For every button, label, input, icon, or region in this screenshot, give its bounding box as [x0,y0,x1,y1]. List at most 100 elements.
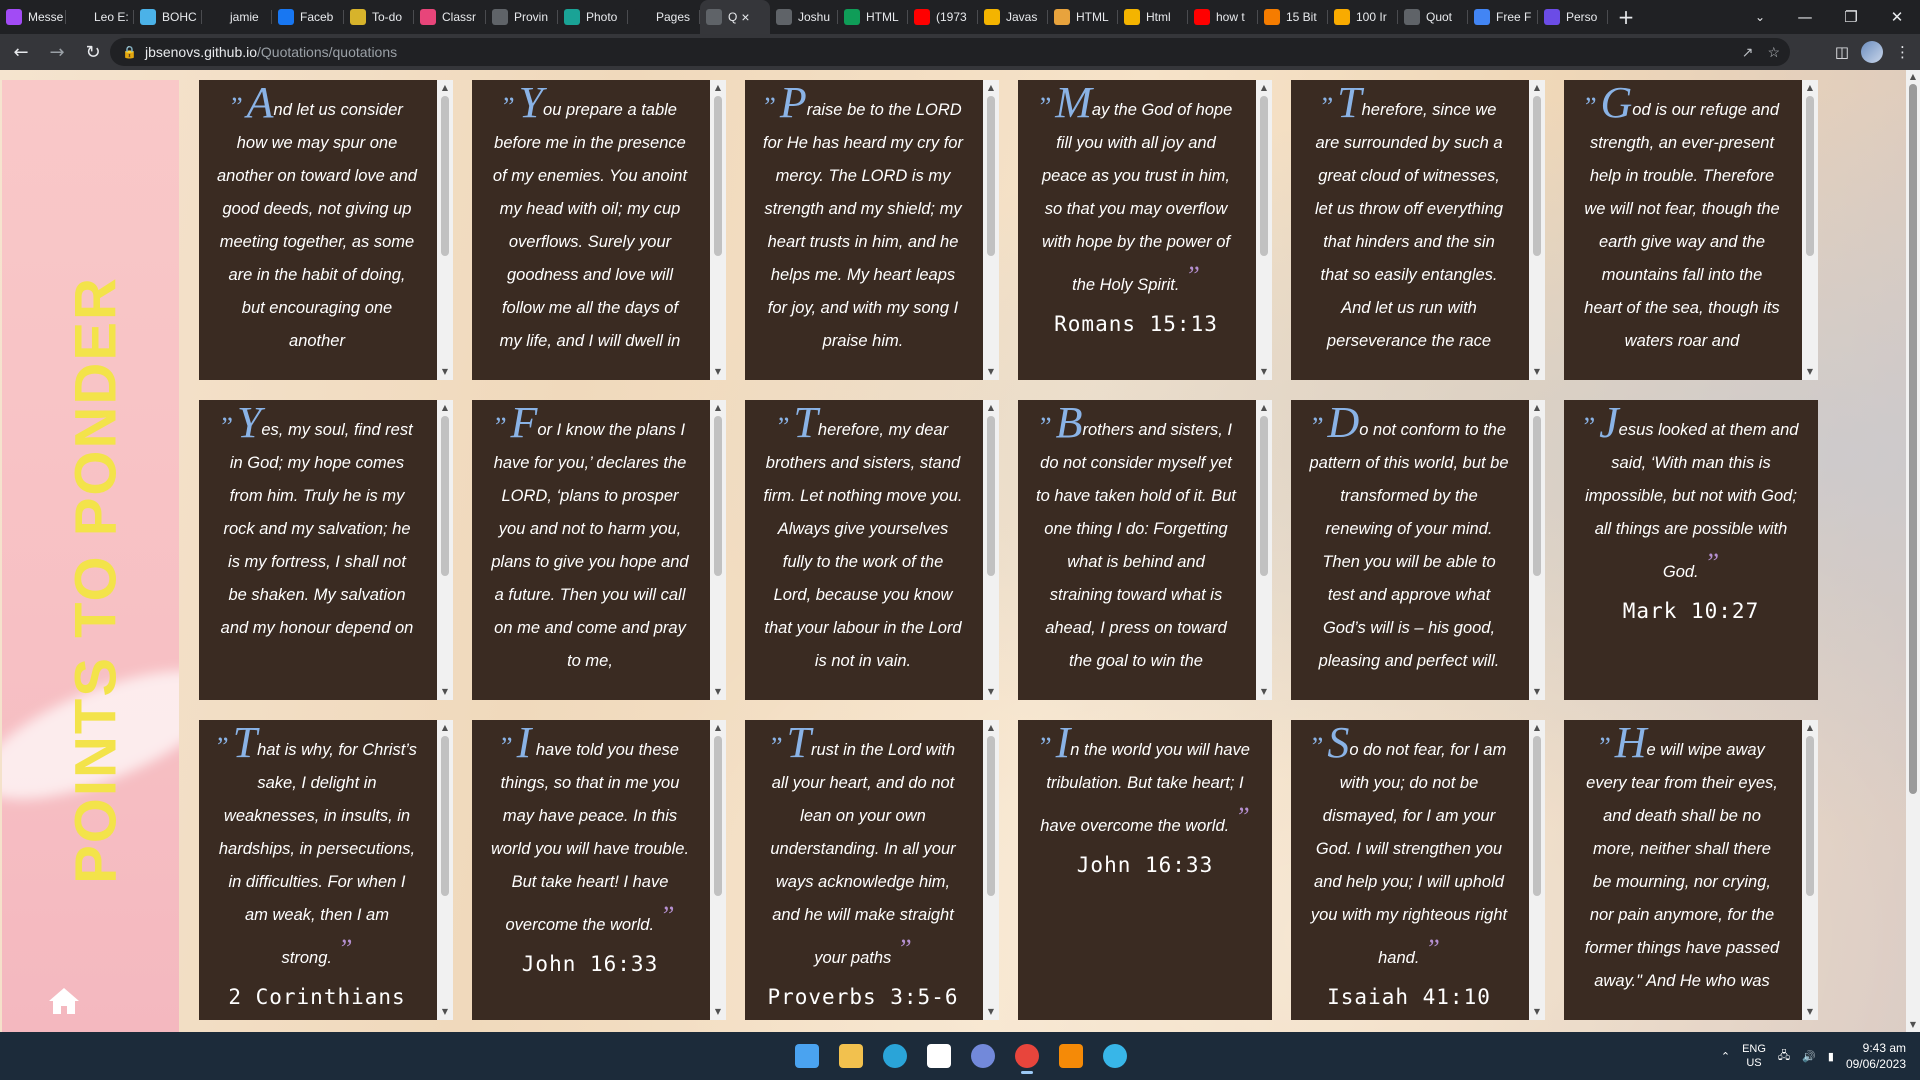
card-scroll-thumb[interactable] [1260,96,1268,256]
tab-16[interactable]: Html [1118,0,1188,34]
lock-icon[interactable]: 🔒 [122,45,137,59]
chevron-up-icon[interactable]: ⌃ [1721,1050,1730,1063]
scroll-down-arrow-icon[interactable]: ▼ [1256,364,1272,380]
card-scrollbar[interactable]: ▲ ▼ [1529,720,1545,1020]
card-scrollbar[interactable]: ▲ ▼ [437,80,453,380]
tab-21[interactable]: Free F [1468,0,1538,34]
discord-icon[interactable] [965,1038,1001,1074]
tab-1[interactable]: Leo E: [66,0,134,34]
app-globe-icon[interactable] [1097,1038,1133,1074]
tab-4[interactable]: Faceb [272,0,344,34]
card-scrollbar[interactable]: ▲ ▼ [710,720,726,1020]
tab-13[interactable]: (1973 [908,0,978,34]
scroll-up-arrow-icon[interactable]: ▲ [1802,80,1818,96]
card-scrollbar[interactable]: ▲ ▼ [710,80,726,380]
card-scroll-thumb[interactable] [441,416,449,576]
card-scroll-thumb[interactable] [1533,736,1541,896]
tab-14[interactable]: Javas [978,0,1048,34]
battery-icon[interactable]: ▮ [1828,1050,1834,1063]
page-scrollbar[interactable]: ▲ ▼ [1906,70,1920,1032]
address-bar[interactable]: 🔒 jbsenovs.github.io/Quotations/quotatio… [110,38,1790,66]
menu-kebab-icon[interactable]: ⋮ [1895,43,1910,61]
tab-10[interactable]: Q × [700,0,770,34]
scroll-up-arrow-icon[interactable]: ▲ [437,80,453,96]
card-scroll-thumb[interactable] [1533,96,1541,256]
scroll-up-arrow-icon[interactable]: ▲ [710,720,726,736]
scroll-up-arrow-icon[interactable]: ▲ [1529,80,1545,96]
file-explorer-icon[interactable] [833,1038,869,1074]
tab-11[interactable]: Joshu [770,0,838,34]
tab-18[interactable]: 15 Bit [1258,0,1328,34]
scroll-up-arrow-icon[interactable]: ▲ [1529,400,1545,416]
scroll-down-arrow-icon[interactable]: ▼ [983,1004,999,1020]
card-scroll-thumb[interactable] [1806,96,1814,256]
tab-20[interactable]: Quot [1398,0,1468,34]
scroll-up-arrow-icon[interactable]: ▲ [1529,720,1545,736]
card-scrollbar[interactable]: ▲ ▼ [710,400,726,700]
bookmark-star-icon[interactable]: ☆ [1767,44,1780,61]
card-scroll-thumb[interactable] [1806,736,1814,896]
scroll-up-arrow-icon[interactable]: ▲ [710,80,726,96]
card-scrollbar[interactable]: ▲ ▼ [1256,80,1272,380]
store-icon[interactable] [921,1038,957,1074]
close-icon[interactable]: ✕ [1874,0,1920,34]
scroll-up-arrow-icon[interactable]: ▲ [983,80,999,96]
scroll-up-arrow-icon[interactable]: ▲ [983,720,999,736]
scroll-down-arrow-icon[interactable]: ▼ [1256,684,1272,700]
scroll-down-arrow-icon[interactable]: ▼ [1906,1018,1920,1032]
scroll-down-arrow-icon[interactable]: ▼ [983,684,999,700]
tab-0[interactable]: Messe [0,0,66,34]
page-scroll-thumb[interactable] [1909,84,1917,794]
card-scroll-thumb[interactable] [441,96,449,256]
tab-6[interactable]: Classr [414,0,486,34]
clock[interactable]: 9:43 am 09/06/2023 [1846,1040,1906,1072]
profile-avatar[interactable] [1861,41,1883,63]
card-scroll-thumb[interactable] [714,736,722,896]
scroll-down-arrow-icon[interactable]: ▼ [710,684,726,700]
card-scrollbar[interactable]: ▲ ▼ [983,400,999,700]
scroll-up-arrow-icon[interactable]: ▲ [1802,720,1818,736]
card-scroll-thumb[interactable] [1533,416,1541,576]
scroll-up-arrow-icon[interactable]: ▲ [1256,400,1272,416]
scroll-down-arrow-icon[interactable]: ▼ [1529,1004,1545,1020]
card-scroll-thumb[interactable] [1260,416,1268,576]
scroll-down-arrow-icon[interactable]: ▼ [710,1004,726,1020]
card-scroll-thumb[interactable] [714,96,722,256]
scroll-down-arrow-icon[interactable]: ▼ [710,364,726,380]
tab-3[interactable]: jamie [202,0,272,34]
card-scrollbar[interactable]: ▲ ▼ [1802,720,1818,1020]
network-icon[interactable]: 🖧 [1778,1047,1790,1066]
tab-2[interactable]: BOHC [134,0,202,34]
tab-8[interactable]: Photo [558,0,628,34]
tab-17[interactable]: how t [1188,0,1258,34]
volume-icon[interactable]: 🔊 [1802,1050,1816,1063]
home-icon[interactable] [47,986,81,1016]
tab-search-icon[interactable]: ⌄ [1740,0,1780,34]
share-icon[interactable]: ↗ [1742,44,1754,61]
card-scrollbar[interactable]: ▲ ▼ [437,720,453,1020]
restore-icon[interactable]: ❐ [1828,0,1874,34]
side-panel-icon[interactable]: ◫ [1835,43,1849,61]
scroll-down-arrow-icon[interactable]: ▼ [437,684,453,700]
card-scroll-thumb[interactable] [714,416,722,576]
card-scrollbar[interactable]: ▲ ▼ [1802,80,1818,380]
reload-icon[interactable]: ↻ [78,37,108,67]
card-scrollbar[interactable]: ▲ ▼ [1256,400,1272,700]
scroll-up-arrow-icon[interactable]: ▲ [710,400,726,416]
scroll-down-arrow-icon[interactable]: ▼ [1802,364,1818,380]
tab-close-icon[interactable]: × [741,9,749,25]
scroll-up-arrow-icon[interactable]: ▲ [1906,70,1920,84]
card-scrollbar[interactable]: ▲ ▼ [437,400,453,700]
card-scroll-thumb[interactable] [987,96,995,256]
scroll-down-arrow-icon[interactable]: ▼ [1802,1004,1818,1020]
card-scrollbar[interactable]: ▲ ▼ [983,80,999,380]
scroll-down-arrow-icon[interactable]: ▼ [983,364,999,380]
tab-12[interactable]: HTML [838,0,908,34]
card-scroll-thumb[interactable] [987,416,995,576]
new-tab-button[interactable]: + [1612,3,1640,31]
scroll-up-arrow-icon[interactable]: ▲ [437,720,453,736]
scroll-down-arrow-icon[interactable]: ▼ [437,364,453,380]
card-scroll-thumb[interactable] [987,736,995,896]
back-arrow-icon[interactable]: ← [6,37,36,67]
tab-5[interactable]: To-do [344,0,414,34]
